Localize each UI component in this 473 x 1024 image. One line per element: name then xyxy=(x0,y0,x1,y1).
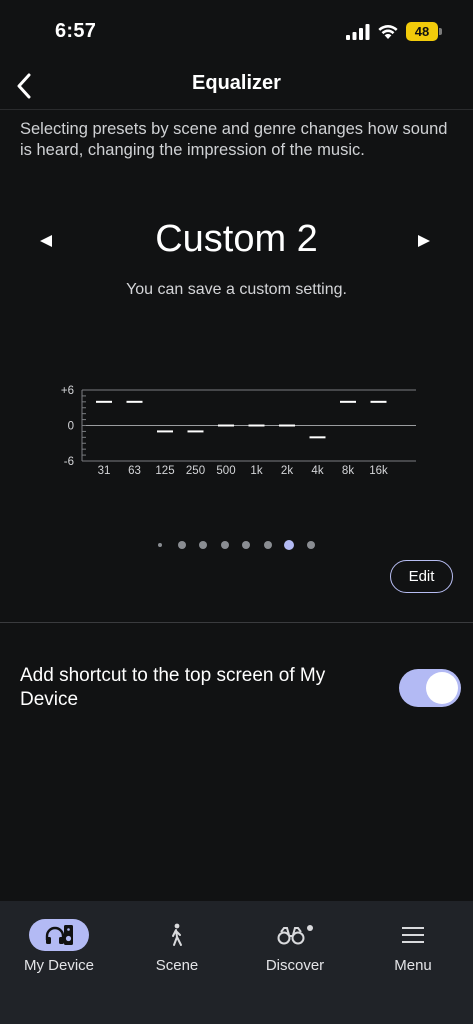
edit-button[interactable]: Edit xyxy=(390,560,453,593)
shortcut-toggle[interactable] xyxy=(399,669,461,707)
battery-tip xyxy=(439,28,442,35)
tab-menu[interactable]: Menu xyxy=(354,915,472,985)
battery-icon: 48 xyxy=(406,22,438,41)
tab-icon-wrap xyxy=(236,919,354,951)
hamburger-menu-icon xyxy=(402,927,424,943)
status-bar: 6:57 48 xyxy=(0,0,473,62)
section-divider xyxy=(0,622,473,623)
status-time: 6:57 xyxy=(55,20,97,42)
eq-band-label: 63 xyxy=(128,465,141,477)
page-dot[interactable] xyxy=(306,541,315,549)
next-preset-button[interactable] xyxy=(412,229,436,253)
eq-band-label: 4k xyxy=(311,465,323,477)
wifi-icon xyxy=(378,25,398,39)
page-dot[interactable] xyxy=(199,541,207,549)
tab-bar: My Device Scene Discover Menu xyxy=(0,901,473,1024)
eq-band-label: 31 xyxy=(98,465,111,477)
eq-band-label: 1k xyxy=(250,465,262,477)
cellular-signal-icon xyxy=(346,24,370,40)
page-dot[interactable] xyxy=(177,541,186,549)
nav-header: Equalizer xyxy=(0,62,473,110)
page-dot[interactable] xyxy=(242,541,250,549)
tab-scene[interactable]: Scene xyxy=(118,915,236,985)
preset-page-indicator xyxy=(150,538,330,552)
tab-icon-wrap xyxy=(118,919,236,951)
page-dot[interactable] xyxy=(158,543,162,547)
description-text: Selecting presets by scene and genre cha… xyxy=(20,120,448,159)
tab-label: My Device xyxy=(23,957,94,974)
toggle-knob xyxy=(426,672,458,704)
eq-band-label: 16k xyxy=(369,465,388,477)
eq-band-label: 8k xyxy=(342,465,354,477)
binoculars-icon xyxy=(277,925,313,945)
eq-y-label: +6 xyxy=(61,385,74,397)
eq-band-label: 500 xyxy=(216,465,235,477)
tab-label: Discover xyxy=(265,957,325,974)
eq-band-label: 250 xyxy=(186,465,205,477)
eq-y-label: 0 xyxy=(68,421,74,433)
triangle-right-icon xyxy=(418,235,430,247)
tab-icon-highlight xyxy=(29,919,89,951)
page-dot[interactable] xyxy=(263,541,272,549)
battery-level: 48 xyxy=(414,24,430,39)
tab-icon-wrap xyxy=(354,919,472,951)
shortcut-label: Add shortcut to the top screen of My Dev… xyxy=(20,665,326,710)
page-dot[interactable] xyxy=(220,541,229,549)
walking-person-icon xyxy=(172,923,182,946)
preset-subtitle: You can save a custom setting. xyxy=(126,281,347,298)
tab-label: Menu xyxy=(394,957,432,974)
headphones-speaker-icon xyxy=(45,925,73,945)
equalizer-chart: +6 0 -6 31 63 125 250 500 1k 2k 4k 8k 16k xyxy=(61,385,416,477)
tab-label: Scene xyxy=(155,957,199,974)
tab-my-device[interactable]: My Device xyxy=(0,915,118,985)
preset-name: Custom 2 xyxy=(155,218,318,260)
page-title: Equalizer xyxy=(192,72,281,94)
eq-band-label: 2k xyxy=(281,465,293,477)
eq-y-label: -6 xyxy=(64,456,74,468)
eq-band-label: 125 xyxy=(155,465,174,477)
page-dot-active[interactable] xyxy=(284,540,294,550)
tab-discover[interactable]: Discover xyxy=(236,915,354,985)
